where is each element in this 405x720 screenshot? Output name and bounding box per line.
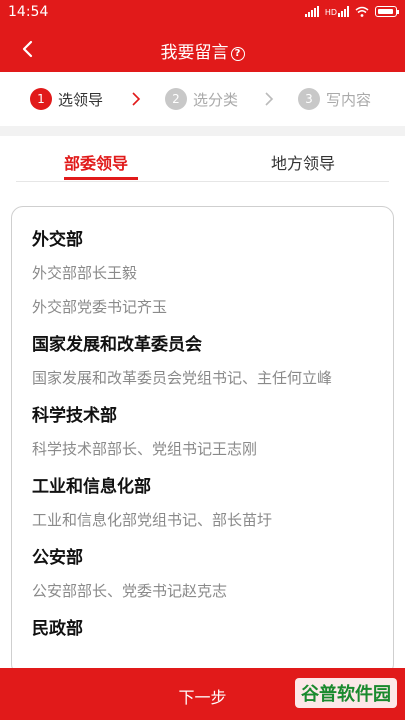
- nav-bar: 我要留言?: [0, 26, 405, 72]
- header: 14:54 HD 我要留言?: [0, 0, 405, 72]
- leader-item[interactable]: 公安部部长、党委书记赵克志: [32, 580, 377, 602]
- status-icons: HD: [304, 6, 399, 17]
- section-divider: [0, 126, 405, 136]
- leader-item[interactable]: 工业和信息化部党组书记、部长苗圩: [32, 509, 377, 531]
- tab-underline: [64, 177, 138, 180]
- leader-list-card: 外交部外交部部长王毅 外交部党委书记齐玉 国家发展和改革委员会国家发展和改革委员会党…: [11, 206, 394, 676]
- page-title: 我要留言?: [0, 38, 405, 63]
- department-heading: 民政部: [32, 619, 83, 639]
- step-1: 1 选领导: [30, 88, 103, 110]
- leader-item[interactable]: 外交部部长王毅: [32, 262, 377, 284]
- status-bar: 14:54 HD: [0, 0, 405, 26]
- department-heading: 外交部: [32, 230, 83, 250]
- footer-bar: 下一步 谷普软件园: [0, 668, 405, 720]
- leader-item[interactable]: 国家发展和改革委员会党组书记、主任何立峰: [32, 367, 377, 389]
- step-3: 3 写内容: [298, 88, 371, 110]
- leader-list: 外交部外交部部长王毅 外交部党委书记齐玉 国家发展和改革委员会国家发展和改革委员会党…: [32, 221, 377, 651]
- status-time: 14:54: [8, 4, 49, 20]
- department-heading: 公安部: [32, 548, 83, 568]
- step-number: 3: [298, 88, 320, 110]
- step-number: 1: [30, 88, 52, 110]
- leader-item[interactable]: 科学技术部部长、党组书记王志刚: [32, 438, 377, 460]
- signal-hd-icon: HD: [325, 6, 349, 17]
- leader-item[interactable]: 外交部党委书记齐玉: [32, 296, 377, 318]
- divider: [16, 181, 389, 182]
- department-heading: 科学技术部: [32, 406, 117, 426]
- step-indicator: 1 选领导 2 选分类 3 写内容: [0, 72, 405, 126]
- chevron-right-icon: [265, 92, 274, 106]
- wifi-icon: [355, 6, 369, 17]
- watermark-logo: 谷普软件园: [295, 678, 397, 708]
- department-heading: 国家发展和改革委员会: [32, 335, 202, 355]
- department-heading: 工业和信息化部: [32, 477, 151, 497]
- tab-local-leaders[interactable]: 地方领导: [271, 150, 335, 174]
- step-label: 选分类: [193, 90, 239, 109]
- step-label: 选领导: [58, 90, 104, 109]
- help-icon[interactable]: ?: [230, 46, 245, 61]
- battery-icon: [375, 6, 399, 17]
- step-2: 2 选分类: [165, 88, 238, 110]
- step-label: 写内容: [326, 90, 372, 109]
- tab-ministry-leaders[interactable]: 部委领导: [64, 150, 128, 174]
- tab-bar: 部委领导 地方领导: [0, 136, 405, 182]
- signal-icon: [304, 6, 319, 17]
- chevron-right-icon: [132, 92, 141, 106]
- step-number: 2: [165, 88, 187, 110]
